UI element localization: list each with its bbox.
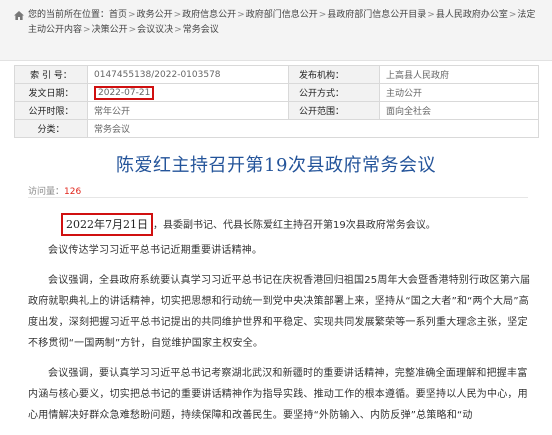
visits-label: 访问量： bbox=[28, 187, 65, 197]
breadcrumb-item[interactable]: 政府部门信息公开 bbox=[246, 10, 318, 20]
breadcrumb-item[interactable]: 决策公开 bbox=[92, 25, 128, 35]
scope-label: 公开范围： bbox=[288, 101, 380, 120]
breadcrumb: 您的当前所在位置：首页>政务公开>政府信息公开>政府部门信息公开>县政府部门信息… bbox=[28, 10, 536, 35]
breadcrumb-item[interactable]: 县人民政府办公室 bbox=[436, 10, 508, 20]
date-value: 2022-07-21 bbox=[94, 85, 155, 100]
highlighted-date: 2022年7月21日 bbox=[61, 213, 153, 236]
paragraph-1-text: ，县委副书记、代县长陈爱红主持召开第19次县政府常务会议。 bbox=[153, 220, 436, 231]
breadcrumb-item-current[interactable]: 常务会议 bbox=[183, 25, 219, 35]
method-value: 主动公开 bbox=[379, 83, 539, 102]
method-label: 公开方式： bbox=[288, 83, 380, 102]
breadcrumb-prefix: 您的当前所在位置： bbox=[28, 10, 110, 20]
article-paragraph: 会议强调，全县政府系统要认真学习习近平总书记在庆祝香港回归祖国25周年大会暨香港… bbox=[28, 275, 531, 349]
breadcrumb-item[interactable]: 会议议决 bbox=[137, 25, 173, 35]
publisher-label: 发布机构： bbox=[288, 65, 380, 84]
home-icon bbox=[14, 11, 24, 20]
breadcrumb-item[interactable]: 政务公开 bbox=[137, 10, 173, 20]
breadcrumb-bar: 您的当前所在位置：首页>政务公开>政府信息公开>政府部门信息公开>县政府部门信息… bbox=[0, 0, 552, 61]
publisher-value: 上高县人民政府 bbox=[379, 65, 539, 84]
scope-value: 面向全社会 bbox=[379, 101, 539, 120]
visit-count: 访问量：126 bbox=[28, 184, 81, 197]
category-value: 常务会议 bbox=[87, 119, 539, 138]
index-label: 索 引 号： bbox=[14, 65, 88, 84]
article-title: 陈爱红主持召开第19次县政府常务会议 bbox=[116, 155, 436, 176]
article-paragraph: 会议传达学习习近平总书记近期重要讲话精神。 bbox=[48, 245, 263, 256]
breadcrumb-item[interactable]: 县政府部门信息公开目录 bbox=[327, 10, 426, 20]
time-label: 公开时限： bbox=[14, 101, 88, 120]
category-label: 分类： bbox=[14, 119, 88, 138]
article-paragraph: 2022年7月21日 ，县委副书记、代县长陈爱红主持召开第19次县政府常务会议。 bbox=[28, 213, 532, 237]
date-label: 发文日期： bbox=[14, 83, 88, 102]
visits-value: 126 bbox=[64, 187, 82, 197]
article-body: 2022年7月21日 ，县委副书记、代县长陈爱红主持召开第19次县政府常务会议。 … bbox=[28, 213, 532, 435]
divider bbox=[28, 197, 528, 198]
document-meta-table: 索 引 号： 0147455138/2022-0103578 发布机构： 上高县… bbox=[14, 65, 539, 138]
article-paragraph: 会议强调，要认真学习习近平总书记考察湖北武汉和新疆时的重要讲话精神，完整准确全面… bbox=[28, 368, 528, 421]
breadcrumb-home[interactable]: 首页 bbox=[109, 10, 127, 20]
breadcrumb-item[interactable]: 政府信息公开 bbox=[182, 10, 236, 20]
time-value: 常年公开 bbox=[87, 101, 289, 120]
index-value: 0147455138/2022-0103578 bbox=[87, 65, 289, 84]
